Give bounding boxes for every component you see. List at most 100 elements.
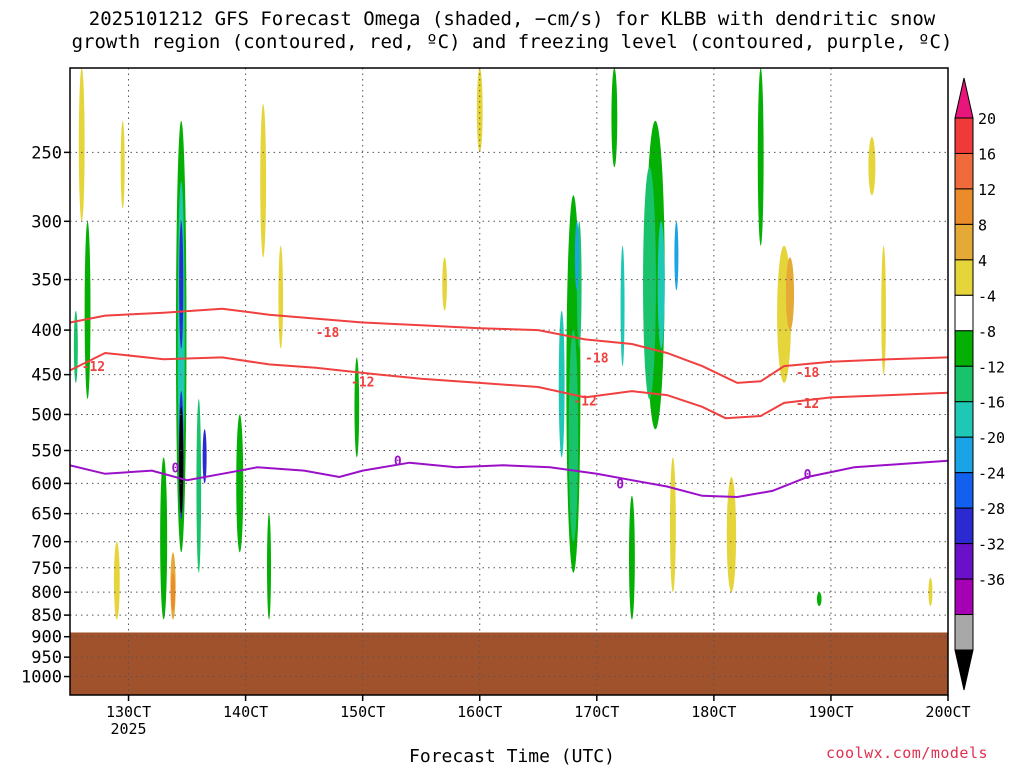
y-tick-label-11: 800 <box>31 583 62 603</box>
contour-label-4: -12 <box>351 375 374 390</box>
colorbar-box-11 <box>954 507 974 545</box>
y-tick-label-13: 900 <box>31 628 62 648</box>
omega-cell-35 <box>442 257 447 311</box>
omega-cell-31 <box>260 104 267 258</box>
x-year-label: 2025 <box>110 720 146 738</box>
colorbar-label-12: -32 <box>978 536 1005 554</box>
y-tick-label-7: 600 <box>31 474 62 494</box>
omega-cell-21 <box>643 167 656 400</box>
contour-label-7: 0 <box>171 461 179 476</box>
colorbar-label-11: -28 <box>978 500 1005 518</box>
contour-label-10: 0 <box>804 468 812 483</box>
omega-cell-25 <box>611 68 618 168</box>
omega-cell-42 <box>120 120 125 209</box>
x-tick-label-7: 200CT <box>925 703 970 721</box>
colorbar-label-2: 12 <box>978 181 996 199</box>
y-tick-label-2: 350 <box>31 271 62 291</box>
colorbar-label-13: -36 <box>978 571 1005 589</box>
colorbar-box-6 <box>954 330 974 367</box>
y-tick-label-14: 950 <box>31 648 62 668</box>
colorbar-label-8: -16 <box>978 394 1005 412</box>
omega-cell-6 <box>202 429 207 484</box>
omega-cell-32 <box>278 245 284 349</box>
contour-label-0: -18 <box>316 326 340 341</box>
y-tick-label-6: 550 <box>31 442 62 462</box>
colorbar-box-7 <box>954 365 974 403</box>
plot-background <box>70 68 948 695</box>
omega-cell-30 <box>726 477 737 593</box>
omega-cell-5 <box>196 399 202 573</box>
omega-cell-2 <box>179 221 184 349</box>
omega-cell-17 <box>558 310 565 458</box>
y-tick-label-15: 1000 <box>21 668 62 688</box>
contour-label-5: -12 <box>573 395 596 410</box>
omega-cell-14 <box>236 414 244 553</box>
y-tick-label-3: 400 <box>31 321 62 341</box>
omega-time-height-chart: -18-18-18-12-12-12 -120 000 25030035040045… <box>21 67 1005 738</box>
plot-area: -18 -18 -18 -12 -12 -12 -12 0 0 0 0 <box>70 68 949 695</box>
colorbar-box-13 <box>954 578 974 616</box>
colorbar-box-5 <box>954 294 974 332</box>
contour-label-3: -12 <box>82 360 105 375</box>
contour-label-2: -18 <box>796 366 820 381</box>
y-tick-label-1: 300 <box>31 212 62 232</box>
omega-cell-29 <box>785 257 795 331</box>
colorbar-box-10 <box>954 472 974 509</box>
omega-cell-22 <box>657 221 665 349</box>
y-tick-label-10: 750 <box>31 559 62 579</box>
omega-cell-41 <box>757 68 764 246</box>
colorbar-label-10: -24 <box>978 465 1005 483</box>
colorbar-box-1 <box>954 152 974 190</box>
colorbar-box-2 <box>954 188 974 225</box>
contour-label-9: 0 <box>616 477 624 492</box>
x-tick-label-5: 180CT <box>691 703 736 721</box>
omega-cell-40 <box>816 592 822 607</box>
omega-cell-38 <box>881 245 886 375</box>
colorbar-label-4: 4 <box>978 252 987 270</box>
omega-cell-12 <box>78 68 85 222</box>
omega-cell-26 <box>669 457 676 593</box>
x-tick-label-3: 160CT <box>457 703 502 721</box>
colorbar-label-1: 16 <box>978 145 996 163</box>
y-tick-label-8: 650 <box>31 505 62 525</box>
colorbar-label-3: 8 <box>978 216 987 234</box>
colorbar-label-6: -8 <box>978 323 996 341</box>
contour-label-1: -18 <box>585 351 609 366</box>
omega-cell-4 <box>179 406 184 514</box>
colorbar-box-4 <box>954 259 974 296</box>
colorbar-box-12 <box>954 543 974 580</box>
omega-cell-13 <box>113 541 120 620</box>
x-tick-label-6: 190CT <box>808 703 853 721</box>
omega-cell-9 <box>171 572 176 611</box>
colorbar-box-3 <box>954 223 974 261</box>
credit-text: coolwx.com/models <box>826 744 989 762</box>
y-tick-label-5: 500 <box>31 405 62 425</box>
terrain-fill <box>70 632 948 695</box>
x-tick-label-0: 130CT <box>106 703 151 721</box>
colorbar-box-8 <box>954 401 974 438</box>
colorbar-box-0 <box>954 117 974 154</box>
colorbar-label-7: -12 <box>978 358 1005 376</box>
contour-label-6: -12 <box>796 397 819 412</box>
colorbar-bottom-arrow <box>954 649 974 691</box>
y-tick-label-9: 700 <box>31 533 62 553</box>
omega-cell-7 <box>160 457 168 620</box>
colorbar-label-0: 20 <box>978 110 996 128</box>
omega-cell-27 <box>628 495 635 620</box>
omega-cell-23 <box>620 245 625 367</box>
y-tick-label-0: 250 <box>31 143 62 163</box>
contour-label-8: 0 <box>394 455 402 470</box>
y-tick-label-12: 850 <box>31 606 62 626</box>
x-tick-label-1: 140CT <box>223 703 268 721</box>
omega-cell-16 <box>568 330 579 542</box>
omega-cell-37 <box>868 136 876 196</box>
colorbar: 20 16 12 8 4 -4 -8 -12 -16 -20 -24 -28 -32 -36 <box>954 77 1005 691</box>
colorbar-top-arrow <box>954 77 974 119</box>
colorbar-box-9 <box>954 436 974 474</box>
x-tick-label-2: 150CT <box>340 703 385 721</box>
y-tick-label-4: 450 <box>31 366 62 386</box>
x-tick-label-4: 170CT <box>574 703 619 721</box>
colorbar-label-5: -4 <box>978 287 996 305</box>
colorbar-box-14 <box>954 614 974 651</box>
colorbar-label-9: -20 <box>978 429 1005 447</box>
